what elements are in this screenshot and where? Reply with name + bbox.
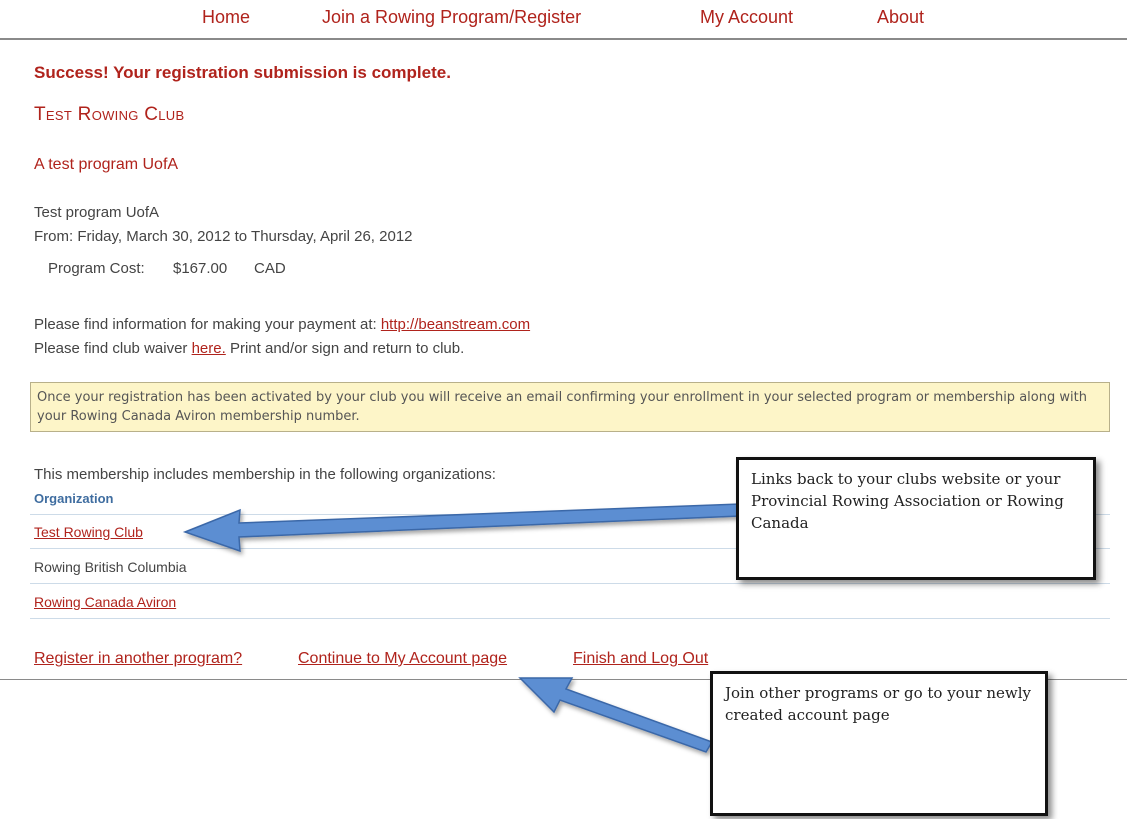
register-another-program-link[interactable]: Register in another program? (34, 650, 242, 668)
waiver-info-suffix: Print and/or sign and return to club. (225, 340, 465, 357)
program-cost-value: $167.00 (173, 260, 228, 277)
payment-info-text: Please find information for making your … (34, 316, 381, 333)
table-row: Rowing Canada Aviron (30, 585, 1110, 619)
waiver-info-text: Please find club waiver (34, 340, 192, 357)
nav-my-account-link[interactable]: My Account (700, 7, 793, 28)
payment-link[interactable]: http://beanstream.com (381, 316, 530, 333)
payment-info: Please find information for making your … (34, 316, 530, 333)
nav-about-link[interactable]: About (877, 7, 924, 28)
callout-join-programs: Join other programs or go to your newly … (710, 671, 1048, 816)
program-dates: From: Friday, March 30, 2012 to Thursday… (34, 228, 413, 245)
callout-links-back: Links back to your clubs website or your… (736, 457, 1096, 580)
organization-link-rowing-canada[interactable]: Rowing Canada Aviron (34, 594, 176, 610)
waiver-info: Please find club waiver here. Print and/… (34, 340, 464, 357)
continue-my-account-link[interactable]: Continue to My Account page (298, 650, 507, 668)
program-cost-currency: CAD (254, 260, 286, 277)
membership-intro: This membership includes membership in t… (34, 466, 496, 483)
organization-link-test-rowing-club[interactable]: Test Rowing Club (34, 524, 143, 540)
finish-logout-link[interactable]: Finish and Log Out (573, 650, 708, 668)
club-title: Test Rowing Club (34, 104, 185, 125)
top-navigation: Home Join a Rowing Program/Register My A… (0, 0, 1127, 40)
program-cost-label: Program Cost: (48, 260, 145, 277)
waiver-link[interactable]: here. (192, 340, 226, 357)
program-name: Test program UofA (34, 204, 160, 221)
nav-home-link[interactable]: Home (202, 7, 250, 28)
success-message: Success! Your registration submission is… (34, 63, 451, 82)
nav-join-program-link[interactable]: Join a Rowing Program/Register (322, 7, 581, 28)
program-heading: A test program UofA (34, 156, 179, 173)
organization-name-rowing-bc: Rowing British Columbia (34, 559, 187, 575)
organization-column-header: Organization (34, 491, 114, 506)
arrow-to-account-links (518, 677, 714, 753)
activation-notice: Once your registration has been activate… (30, 382, 1110, 432)
